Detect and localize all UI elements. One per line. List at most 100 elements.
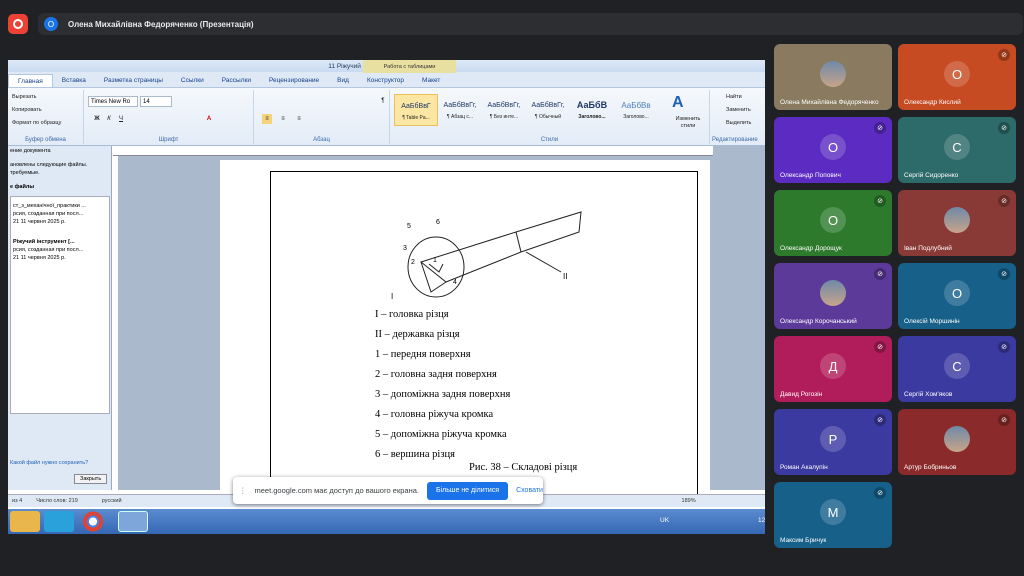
style-heading-2[interactable]: АаБбВв Заголово...	[614, 94, 658, 126]
record-icon[interactable]	[8, 14, 28, 34]
tab-page-layout[interactable]: Разметка страницы	[95, 74, 172, 87]
avatar: Р	[820, 426, 846, 452]
align-right-button[interactable]: ≡	[294, 114, 304, 124]
file1-name[interactable]: ст_з_механічної_практики ...	[13, 203, 86, 209]
find-button[interactable]: Найти	[726, 94, 742, 100]
mic-off-icon: ⊘	[874, 195, 886, 207]
which-file-link[interactable]: Какой файл нужно сохранить?	[10, 460, 88, 466]
participant-tile[interactable]: О ⊘ Олександр Попович	[774, 117, 892, 183]
participant-tile[interactable]: ⊘ Артур Бобриньов	[898, 409, 1016, 475]
style-table-para[interactable]: АаБбВвГ ¶ Table Pa...	[394, 94, 438, 126]
align-left-button[interactable]: ≡	[262, 114, 272, 124]
word-taskbar-icon[interactable]	[118, 511, 148, 532]
participant-name: Олександр Дорощук	[780, 245, 842, 252]
replace-button[interactable]: Заменить	[726, 107, 751, 113]
horizontal-ruler	[113, 146, 713, 156]
cut-button[interactable]: Вырезать	[12, 94, 36, 100]
style-list-para[interactable]: АаБбВвГг, ¶ Абзац с...	[438, 94, 482, 126]
context-tab-header: Работа с таблицами	[363, 60, 456, 73]
tab-home[interactable]: Главная	[8, 74, 53, 87]
style-name: Заголово...	[578, 114, 606, 120]
presenter-bar: О Олена Михайлівна Федоряченко (Презента…	[38, 13, 1023, 35]
align-center-button[interactable]: ≡	[278, 114, 288, 124]
hide-button[interactable]: Сховати	[516, 487, 543, 494]
style-sample: АаБбВвГг,	[531, 102, 565, 109]
editing-group: Найти Заменить Выделить Редактирование	[710, 90, 765, 144]
style-normal[interactable]: АаБбВвГг, ¶ Обычный	[526, 94, 570, 126]
participant-name: Давид Рогозін	[780, 391, 823, 398]
italic-button[interactable]: К	[104, 114, 114, 124]
tab-insert[interactable]: Вставка	[53, 74, 95, 87]
participant-tile[interactable]: Р ⊘ Роман Акалупін	[774, 409, 892, 475]
participant-tile[interactable]: О ⊘ Олексій Моршинін	[898, 263, 1016, 329]
avatar-photo	[944, 207, 970, 233]
tab-mailings[interactable]: Рассылки	[213, 74, 260, 87]
drag-handle-icon[interactable]: ⋮	[239, 486, 247, 495]
select-button[interactable]: Выделить	[726, 120, 751, 126]
participant-tile[interactable]: С ⊘ Сергій Сидоренко	[898, 117, 1016, 183]
close-button[interactable]: Закрыть	[74, 474, 108, 484]
font-name-select[interactable]: Times New Ro	[88, 96, 138, 107]
file2-date: 21 11 червня 2025 р.	[13, 255, 66, 261]
legend-item: 5 – допоміжна ріжуча кромка	[375, 429, 507, 440]
participant-name: Сергій Хом'яков	[904, 391, 953, 398]
participant-name: Іван Подлубний	[904, 245, 952, 252]
mic-off-icon: ⊘	[874, 414, 886, 426]
style-no-spacing[interactable]: АаБбВвГг, ¶ Без инте...	[482, 94, 526, 126]
chrome-taskbar-icon[interactable]	[78, 511, 108, 532]
stop-sharing-button[interactable]: Більше не ділитися	[426, 481, 509, 500]
bold-button[interactable]: Ж	[92, 114, 102, 124]
legend-item: 2 – головна задня поверхня	[375, 369, 497, 380]
tab-view[interactable]: Вид	[328, 74, 358, 87]
windows-taskbar: UK 12	[8, 509, 765, 534]
document-recovery-pane: ение документа ановлены следующие файлы.…	[8, 146, 112, 490]
mic-off-icon: ⊘	[874, 341, 886, 353]
word-title-bar: 11 Ріжучий інструмент - Microsoft Word Р…	[8, 60, 765, 73]
participant-tile[interactable]: М ⊘ Максим Бричук	[774, 482, 892, 548]
participant-tile[interactable]: ⊘ Олександр Корочанський	[774, 263, 892, 329]
tab-layout[interactable]: Макет	[413, 74, 449, 87]
mic-off-icon: ⊘	[998, 195, 1010, 207]
legend-item: ІІ – державка різця	[375, 329, 460, 340]
font-group: Times New Ro 14 Ж К Ч A Шрифт	[84, 90, 254, 144]
mic-off-icon: ⊘	[998, 268, 1010, 280]
tab-review[interactable]: Рецензирование	[260, 74, 328, 87]
show-marks-button[interactable]: ¶	[378, 96, 388, 106]
format-painter-button[interactable]: Формат по образцу	[12, 120, 61, 126]
font-size-select[interactable]: 14	[140, 96, 172, 107]
change-styles-label[interactable]: Изменить стили	[668, 116, 708, 130]
tab-references[interactable]: Ссылки	[172, 74, 213, 87]
tray-language[interactable]: UK	[660, 517, 669, 524]
underline-button[interactable]: Ч	[116, 114, 126, 124]
telegram-taskbar-icon[interactable]	[44, 511, 74, 532]
participant-tile[interactable]: О ⊘ Олександр Кислий	[898, 44, 1016, 110]
participant-tile[interactable]: С ⊘ Сергій Хом'яков	[898, 336, 1016, 402]
legend-item: І – головка різця	[375, 309, 449, 320]
style-name: ¶ Обычный	[534, 114, 562, 120]
avatar: С	[944, 353, 970, 379]
file2-name[interactable]: Ріжучий інструмент [...	[13, 239, 75, 245]
font-color-button[interactable]: A	[204, 114, 214, 124]
style-heading-1[interactable]: АаБбВ Заголово...	[570, 94, 614, 126]
mic-off-icon: ⊘	[998, 414, 1010, 426]
styles-group-label: Стили	[540, 137, 559, 143]
participant-name: Олена Михайлівна Федоряченко	[780, 99, 879, 106]
editing-group-label: Редактирование	[712, 137, 758, 143]
participant-tile[interactable]: Олена Михайлівна Федоряченко	[774, 44, 892, 110]
tab-design[interactable]: Конструктор	[358, 74, 413, 87]
explorer-taskbar-icon[interactable]	[10, 511, 40, 532]
participant-name: Олександр Попович	[780, 172, 841, 179]
style-name: ¶ Абзац с...	[446, 114, 474, 120]
mic-off-icon: ⊘	[874, 487, 886, 499]
copy-button[interactable]: Копировать	[12, 107, 42, 113]
fig-label-5: 5	[407, 223, 411, 230]
participant-tile[interactable]: ⊘ Іван Подлубний	[898, 190, 1016, 256]
avatar: О	[944, 61, 970, 87]
share-message: meet.google.com має доступ до вашого екр…	[254, 486, 419, 495]
change-styles-icon[interactable]: A	[672, 94, 684, 112]
participant-tile[interactable]: О ⊘ Олександр Дорощук	[774, 190, 892, 256]
avatar: Д	[820, 353, 846, 379]
recovery-text-2: требуемые.	[10, 170, 40, 176]
presenter-avatar: О	[44, 17, 58, 31]
participant-tile[interactable]: Д ⊘ Давид Рогозін	[774, 336, 892, 402]
